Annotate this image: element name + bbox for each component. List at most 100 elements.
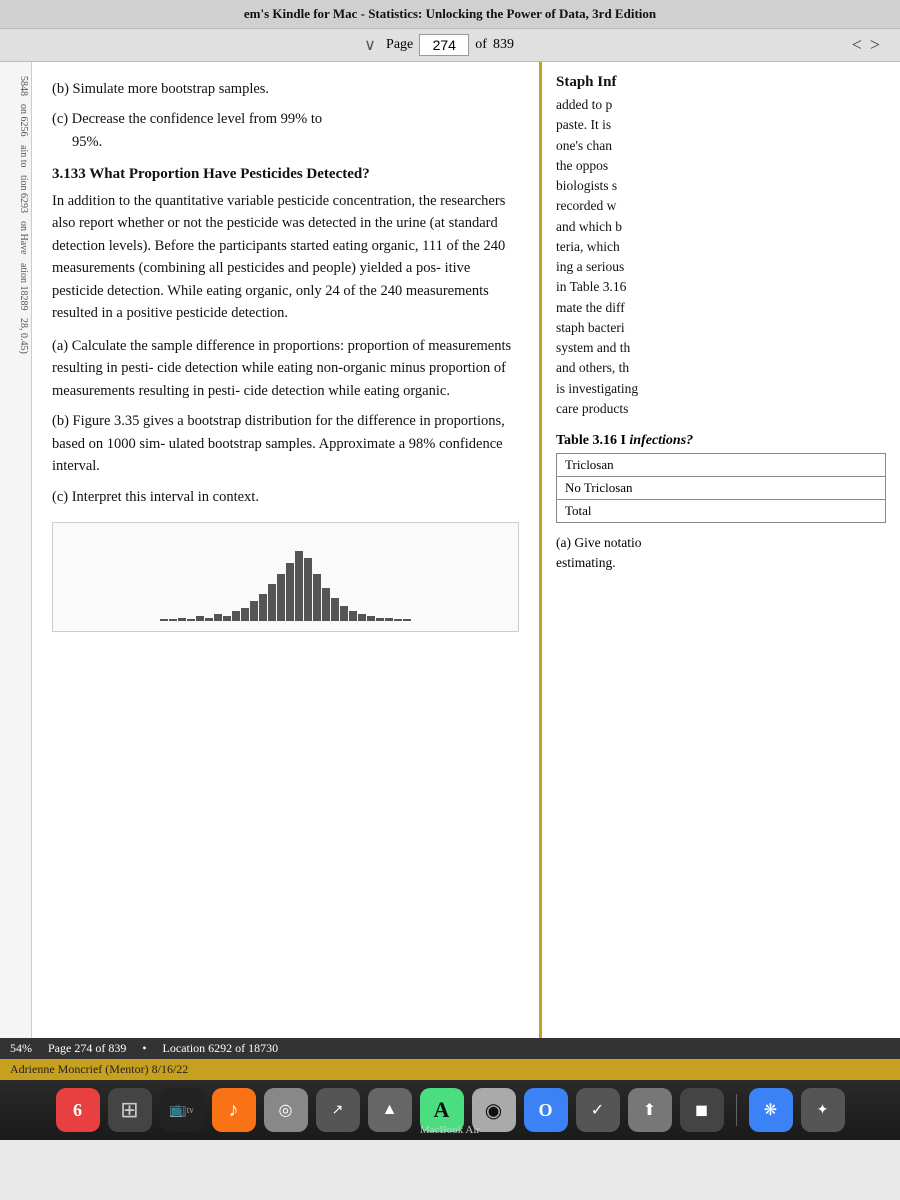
dock-item-wifi[interactable]: ◎ — [264, 1088, 308, 1132]
chart-bar — [169, 619, 177, 621]
chart-bar — [160, 619, 168, 621]
sub-part-b-content: (b) Figure 3.35 gives a bootstrap distri… — [52, 410, 519, 477]
section-number: 3.133 — [52, 166, 86, 182]
right-line-0: added to p — [556, 97, 612, 112]
dock-item-upload[interactable]: ⬆ — [628, 1088, 672, 1132]
estimating-text: estimating. — [556, 555, 616, 570]
sidebar-item-045[interactable]: 28, 0.45) — [0, 314, 31, 358]
sub-part-a: (a) Calculate the sample difference in p… — [52, 335, 519, 402]
dock-item-o[interactable]: O — [524, 1088, 568, 1132]
right-line-9: in Table 3.16 — [556, 279, 626, 294]
right-line-7: teria, which — [556, 239, 620, 254]
right-line-4: biologists s — [556, 178, 617, 193]
right-line-11: staph bacteri — [556, 320, 625, 335]
chart-bar — [331, 598, 339, 621]
chart-bar — [259, 594, 267, 621]
nav-chevrons: < > — [852, 35, 880, 56]
chart-bar — [178, 618, 186, 621]
body-paragraph: In addition to the quantitative variable… — [52, 190, 519, 325]
chart-bar — [322, 588, 330, 621]
right-line-5: recorded w — [556, 198, 616, 213]
sidebar-item-ain[interactable]: ain to — [0, 141, 31, 172]
chart-bar — [286, 563, 294, 621]
sidebar-item-5848[interactable]: 5848 — [0, 72, 31, 100]
dock-item-check[interactable]: ✓ — [576, 1088, 620, 1132]
of-label: of — [475, 37, 487, 53]
chart-bar — [385, 618, 393, 621]
sub-part-b-label: (b) — [52, 413, 69, 429]
chart-bar — [250, 601, 258, 621]
right-line-15: care products — [556, 401, 628, 416]
sub-part-a-content: (a) Calculate the sample difference in p… — [52, 335, 519, 402]
give-notation: (a) Give notatio estimating. — [556, 533, 886, 574]
page-navigation: Page of 839 — [386, 34, 514, 56]
chart-bar — [223, 616, 231, 621]
right-line-8: ing a serious — [556, 259, 624, 274]
give-notation-text: (a) Give notatio — [556, 535, 641, 550]
staph-title: Staph Inf — [556, 74, 886, 91]
sub-part-b: (b) Figure 3.35 gives a bootstrap distri… — [52, 410, 519, 477]
dock-item-grid[interactable]: ⊞ — [108, 1088, 152, 1132]
section-title: What Proportion Have Pesticides Detected… — [89, 166, 370, 182]
dock-item-star[interactable]: ✦ — [801, 1088, 845, 1132]
dock-item-6[interactable]: 6 — [56, 1088, 100, 1132]
sub-part-a-label: (a) — [52, 338, 68, 354]
chart-bar — [196, 616, 204, 621]
status-bar: 54% Page 274 of 839 • Location 6292 of 1… — [0, 1038, 900, 1059]
body-text: In addition to the quantitative variable… — [52, 193, 505, 321]
sub-part-c: (c) Interpret this interval in context. — [52, 486, 519, 508]
right-line-6: and which b — [556, 219, 622, 234]
title-text: em's Kindle for Mac - Statistics: Unlock… — [244, 6, 656, 21]
right-panel: Staph Inf added to p paste. It is one's … — [542, 62, 900, 1038]
dock-item-square[interactable]: ◼ — [680, 1088, 724, 1132]
chart-bar — [187, 619, 195, 621]
nav-bar: ∨ Page of 839 < > — [0, 29, 900, 62]
right-line-12: system and th — [556, 340, 630, 355]
dock-item-bluetooth[interactable]: ❋ — [749, 1088, 793, 1132]
sidebar-item-6293[interactable]: tion 6293 — [0, 171, 31, 217]
chart-bar — [268, 584, 276, 621]
status-page-info: Page 274 of 839 — [48, 1041, 126, 1056]
chart-bar — [340, 606, 348, 621]
table-row: Triclosan — [557, 454, 886, 477]
chevron-right[interactable]: > — [870, 35, 880, 56]
table-title: Table 3.16 I infections? — [556, 433, 886, 449]
table-section: Table 3.16 I infections? Triclosan No Tr… — [556, 433, 886, 523]
right-line-10: mate the diff — [556, 300, 625, 315]
part-c: (c) Decrease the confidence level from 9… — [52, 108, 519, 153]
left-sidebar: 5848 on 6256 ain to tion 6293 on Have at… — [0, 62, 32, 1038]
data-table: Triclosan No Triclosan Total — [556, 453, 886, 523]
part-c-start: (c) Decrease the confidence level from 9… — [52, 111, 322, 127]
sidebar-item-6256[interactable]: on 6256 — [0, 100, 31, 141]
chart-bar — [394, 619, 402, 621]
table-title-text: Table 3.16 I — [556, 433, 626, 448]
dock-item-signal[interactable]: ↗ — [316, 1088, 360, 1132]
table-cell-total: Total — [557, 500, 886, 523]
sidebar-item-have[interactable]: on Have — [0, 217, 31, 259]
table-row: No Triclosan — [557, 477, 886, 500]
bootstrap-chart — [52, 522, 519, 632]
total-pages: 839 — [493, 37, 514, 53]
right-line-2: one's chan — [556, 138, 612, 153]
chart-bar — [277, 574, 285, 621]
left-panel: (b) Simulate more bootstrap samples. (c)… — [32, 62, 542, 1038]
right-line-13: and others, th — [556, 360, 629, 375]
sidebar-item-18289[interactable]: ation 18289 — [0, 259, 31, 315]
chart-bar — [232, 611, 240, 621]
page-number-input[interactable] — [419, 34, 469, 56]
chart-bar — [313, 574, 321, 621]
dock-item-arrow-up[interactable]: ▲ — [368, 1088, 412, 1132]
sub-part-c-text: Interpret this interval in context. — [72, 489, 259, 505]
sub-part-b-text: Figure 3.35 gives a bootstrap distributi… — [52, 413, 505, 474]
macos-dock: 6 ⊞ 📺tv ♪ ◎ ↗ ▲ A ◉ O ✓ ⬆ ◼ ❋ ✦ MacBook … — [0, 1080, 900, 1140]
dropdown-arrow[interactable]: ∨ — [364, 35, 376, 55]
right-panel-text: added to p paste. It is one's chan the o… — [556, 95, 886, 419]
part-b: (b) Simulate more bootstrap samples. — [52, 78, 519, 100]
right-line-1: paste. It is — [556, 117, 611, 132]
dock-item-tv[interactable]: 📺tv — [160, 1088, 204, 1132]
dock-separator — [736, 1094, 737, 1126]
chevron-left[interactable]: < — [852, 35, 862, 56]
title-bar: em's Kindle for Mac - Statistics: Unlock… — [0, 0, 900, 29]
dock-item-music[interactable]: ♪ — [212, 1088, 256, 1132]
chart-bar — [295, 551, 303, 621]
